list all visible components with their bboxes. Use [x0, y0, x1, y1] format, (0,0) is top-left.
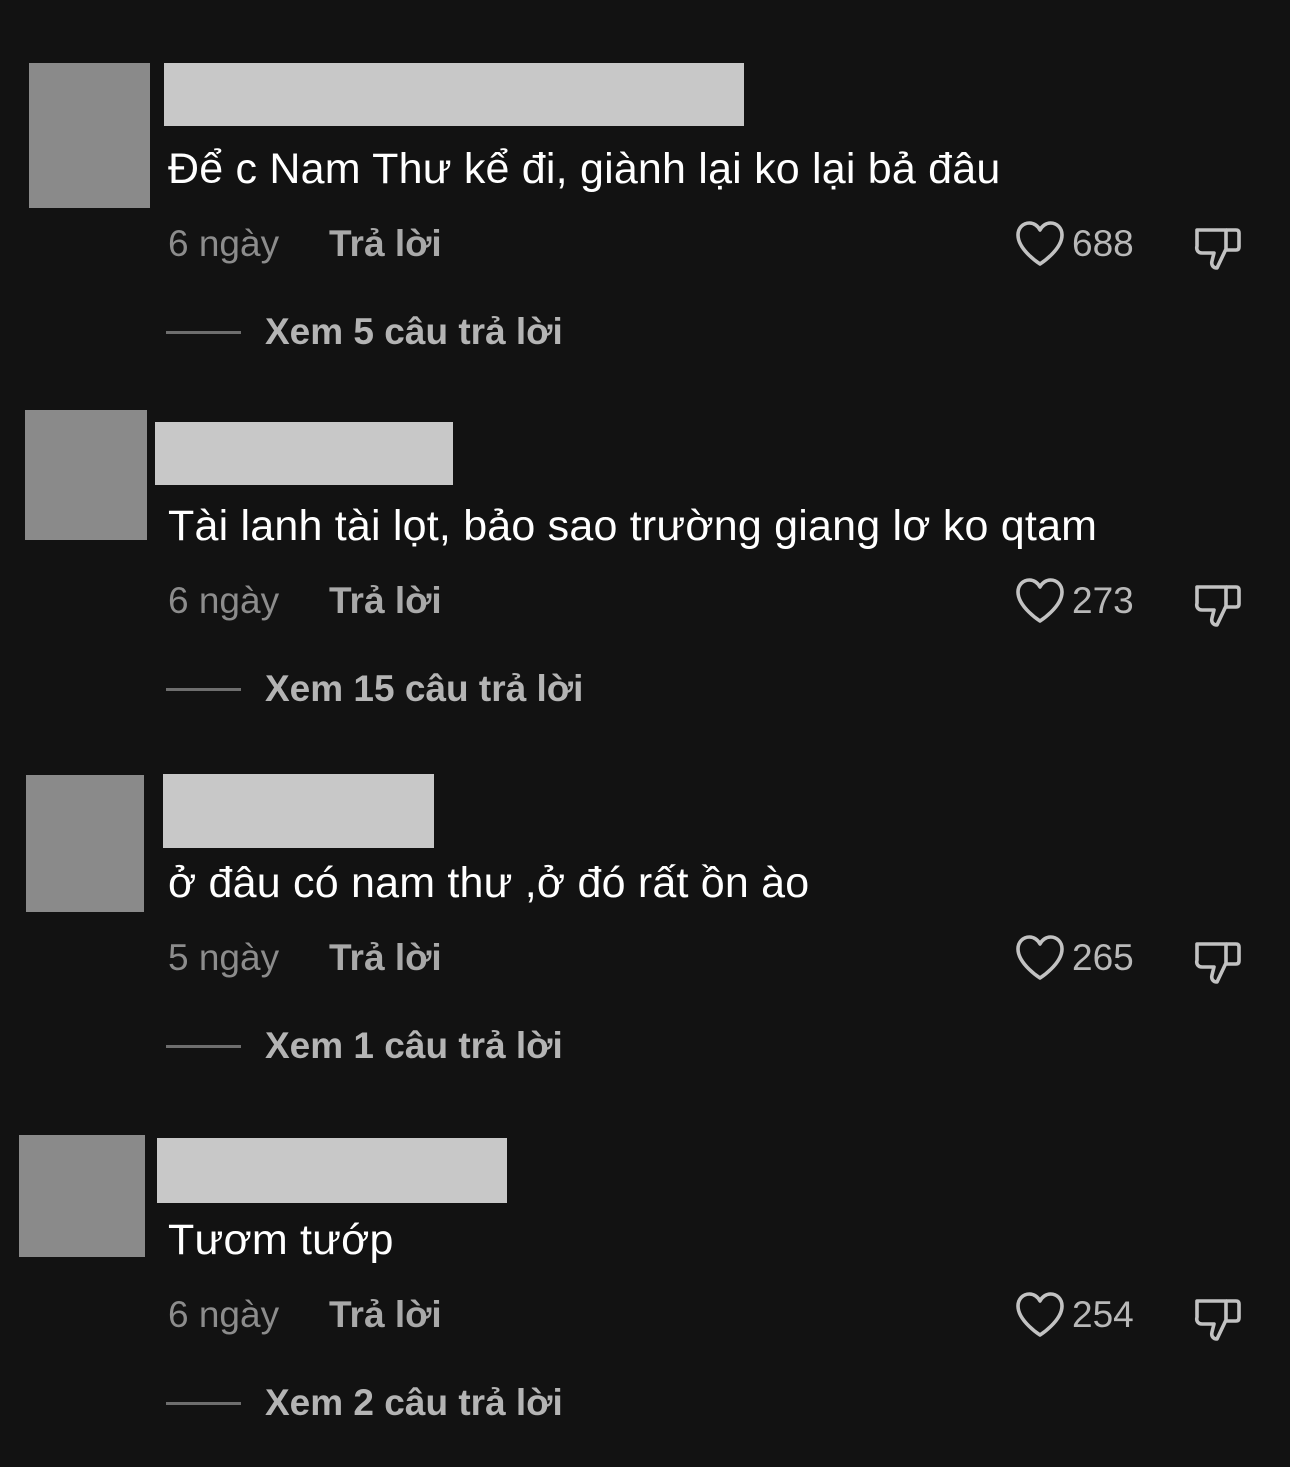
comment-meta: 5 ngày Trả lời 265 [168, 935, 1278, 984]
heart-outline-icon [1016, 221, 1064, 266]
like-count: 688 [1072, 223, 1134, 264]
comment-time: 6 ngày [168, 580, 280, 621]
like-button[interactable]: 688 [1014, 221, 1134, 266]
comment-time: 6 ngày [168, 1294, 280, 1335]
comment-item: Để c Nam Thư kể đi, giành lại ko lại bả … [0, 62, 1290, 419]
reply-button[interactable]: Trả lời [329, 936, 442, 980]
comment-time: 6 ngày [168, 223, 280, 264]
comment-text: Để c Nam Thư kể đi, giành lại ko lại bả … [168, 145, 1001, 193]
comment-meta: 6 ngày Trả lời 273 [168, 578, 1278, 627]
thumbs-down-outline-icon [1194, 228, 1241, 270]
dislike-button[interactable] [1192, 1293, 1244, 1343]
divider-line [166, 687, 241, 691]
heart-outline-icon [1016, 935, 1064, 980]
heart-outline-icon [1016, 578, 1064, 623]
thumbs-down-outline-icon [1194, 585, 1241, 627]
view-replies-button[interactable]: Xem 5 câu trả lời [166, 309, 563, 355]
divider-line [166, 1044, 241, 1048]
username-redacted[interactable] [155, 422, 453, 485]
comment-meta: 6 ngày Trả lời 688 [168, 221, 1278, 270]
like-button[interactable]: 273 [1014, 578, 1134, 623]
divider-line [166, 330, 241, 334]
avatar[interactable] [29, 63, 150, 208]
heart-outline-icon [1016, 1292, 1064, 1337]
avatar[interactable] [19, 1135, 145, 1257]
like-button[interactable]: 265 [1014, 935, 1134, 980]
username-redacted[interactable] [163, 774, 434, 848]
comment-text: Tươm tướp [168, 1216, 394, 1264]
username-redacted[interactable] [157, 1138, 507, 1203]
view-replies-button[interactable]: Xem 15 câu trả lời [166, 666, 583, 712]
dislike-button[interactable] [1192, 936, 1244, 986]
dislike-button[interactable] [1192, 579, 1244, 629]
avatar[interactable] [25, 410, 147, 540]
comment-list: Để c Nam Thư kể đi, giành lại ko lại bả … [0, 0, 1290, 1467]
reply-button[interactable]: Trả lời [329, 1293, 442, 1337]
dislike-button[interactable] [1192, 222, 1244, 272]
comment-item: Tươm tướp 6 ngày Trả lời 254 Xem 2 câu t… [0, 1133, 1290, 1467]
avatar[interactable] [26, 775, 144, 912]
username-redacted[interactable] [164, 63, 744, 126]
thumbs-down-outline-icon [1194, 1299, 1241, 1341]
comment-text: ở đâu có nam thư ,ở đó rất ồn ào [168, 859, 810, 907]
like-count: 254 [1072, 1294, 1134, 1335]
like-count: 273 [1072, 580, 1134, 621]
comment-time: 5 ngày [168, 937, 280, 978]
comment-item: ở đâu có nam thư ,ở đó rất ồn ào 5 ngày … [0, 774, 1290, 1133]
view-replies-label: Xem 15 câu trả lời [265, 668, 584, 709]
comment-item: Tài lanh tài lọt, bảo sao trường giang l… [0, 410, 1290, 776]
view-replies-button[interactable]: Xem 1 câu trả lời [166, 1023, 563, 1069]
comment-text: Tài lanh tài lọt, bảo sao trường giang l… [168, 502, 1098, 550]
view-replies-label: Xem 5 câu trả lời [265, 311, 563, 352]
like-count: 265 [1072, 937, 1134, 978]
like-button[interactable]: 254 [1014, 1292, 1134, 1337]
view-replies-label: Xem 2 câu trả lời [265, 1382, 563, 1423]
comment-meta: 6 ngày Trả lời 254 [168, 1292, 1278, 1341]
view-replies-button[interactable]: Xem 2 câu trả lời [166, 1380, 563, 1426]
divider-line [166, 1401, 241, 1405]
view-replies-label: Xem 1 câu trả lời [265, 1025, 563, 1066]
reply-button[interactable]: Trả lời [329, 579, 442, 623]
reply-button[interactable]: Trả lời [329, 222, 442, 266]
thumbs-down-outline-icon [1194, 942, 1241, 984]
